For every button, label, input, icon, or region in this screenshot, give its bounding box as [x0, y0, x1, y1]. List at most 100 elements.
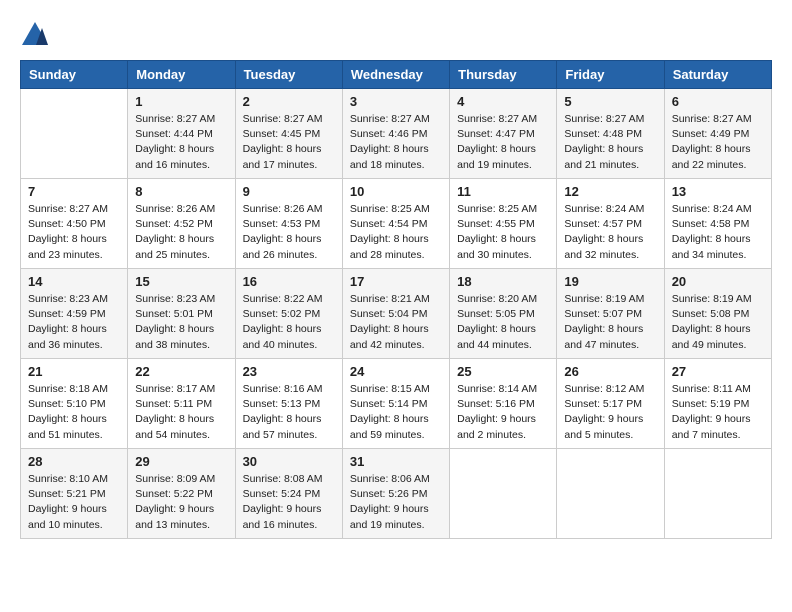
day-number: 25	[457, 364, 549, 379]
day-info: Sunrise: 8:10 AMSunset: 5:21 PMDaylight:…	[28, 472, 120, 533]
day-number: 1	[135, 94, 227, 109]
calendar-cell: 3 Sunrise: 8:27 AMSunset: 4:46 PMDayligh…	[342, 89, 449, 179]
calendar-cell: 11 Sunrise: 8:25 AMSunset: 4:55 PMDaylig…	[450, 179, 557, 269]
calendar-cell: 15 Sunrise: 8:23 AMSunset: 5:01 PMDaylig…	[128, 269, 235, 359]
calendar-cell: 5 Sunrise: 8:27 AMSunset: 4:48 PMDayligh…	[557, 89, 664, 179]
logo	[20, 20, 54, 50]
weekday-header: Friday	[557, 61, 664, 89]
day-info: Sunrise: 8:16 AMSunset: 5:13 PMDaylight:…	[243, 382, 335, 443]
day-number: 24	[350, 364, 442, 379]
calendar-cell: 23 Sunrise: 8:16 AMSunset: 5:13 PMDaylig…	[235, 359, 342, 449]
day-info: Sunrise: 8:08 AMSunset: 5:24 PMDaylight:…	[243, 472, 335, 533]
day-info: Sunrise: 8:19 AMSunset: 5:07 PMDaylight:…	[564, 292, 656, 353]
day-info: Sunrise: 8:14 AMSunset: 5:16 PMDaylight:…	[457, 382, 549, 443]
day-number: 19	[564, 274, 656, 289]
logo-icon	[20, 20, 50, 50]
day-number: 5	[564, 94, 656, 109]
day-number: 27	[672, 364, 764, 379]
calendar-cell: 30 Sunrise: 8:08 AMSunset: 5:24 PMDaylig…	[235, 449, 342, 539]
calendar-cell: 9 Sunrise: 8:26 AMSunset: 4:53 PMDayligh…	[235, 179, 342, 269]
day-number: 16	[243, 274, 335, 289]
calendar-cell: 27 Sunrise: 8:11 AMSunset: 5:19 PMDaylig…	[664, 359, 771, 449]
day-number: 23	[243, 364, 335, 379]
calendar-cell: 22 Sunrise: 8:17 AMSunset: 5:11 PMDaylig…	[128, 359, 235, 449]
day-info: Sunrise: 8:18 AMSunset: 5:10 PMDaylight:…	[28, 382, 120, 443]
day-number: 6	[672, 94, 764, 109]
weekday-header: Tuesday	[235, 61, 342, 89]
day-number: 17	[350, 274, 442, 289]
calendar-cell: 14 Sunrise: 8:23 AMSunset: 4:59 PMDaylig…	[21, 269, 128, 359]
page-header	[20, 20, 772, 50]
day-info: Sunrise: 8:06 AMSunset: 5:26 PMDaylight:…	[350, 472, 442, 533]
calendar-cell	[450, 449, 557, 539]
day-info: Sunrise: 8:17 AMSunset: 5:11 PMDaylight:…	[135, 382, 227, 443]
day-info: Sunrise: 8:27 AMSunset: 4:44 PMDaylight:…	[135, 112, 227, 173]
calendar-table: SundayMondayTuesdayWednesdayThursdayFrid…	[20, 60, 772, 539]
day-info: Sunrise: 8:24 AMSunset: 4:58 PMDaylight:…	[672, 202, 764, 263]
calendar-week-row: 1 Sunrise: 8:27 AMSunset: 4:44 PMDayligh…	[21, 89, 772, 179]
calendar-cell: 6 Sunrise: 8:27 AMSunset: 4:49 PMDayligh…	[664, 89, 771, 179]
day-number: 2	[243, 94, 335, 109]
calendar-week-row: 7 Sunrise: 8:27 AMSunset: 4:50 PMDayligh…	[21, 179, 772, 269]
day-number: 26	[564, 364, 656, 379]
calendar-cell: 7 Sunrise: 8:27 AMSunset: 4:50 PMDayligh…	[21, 179, 128, 269]
calendar-week-row: 14 Sunrise: 8:23 AMSunset: 4:59 PMDaylig…	[21, 269, 772, 359]
calendar-cell: 13 Sunrise: 8:24 AMSunset: 4:58 PMDaylig…	[664, 179, 771, 269]
calendar-cell: 31 Sunrise: 8:06 AMSunset: 5:26 PMDaylig…	[342, 449, 449, 539]
calendar-cell: 8 Sunrise: 8:26 AMSunset: 4:52 PMDayligh…	[128, 179, 235, 269]
weekday-header: Monday	[128, 61, 235, 89]
weekday-header-row: SundayMondayTuesdayWednesdayThursdayFrid…	[21, 61, 772, 89]
calendar-cell: 4 Sunrise: 8:27 AMSunset: 4:47 PMDayligh…	[450, 89, 557, 179]
calendar-cell: 29 Sunrise: 8:09 AMSunset: 5:22 PMDaylig…	[128, 449, 235, 539]
weekday-header: Wednesday	[342, 61, 449, 89]
day-number: 31	[350, 454, 442, 469]
calendar-cell	[557, 449, 664, 539]
day-info: Sunrise: 8:22 AMSunset: 5:02 PMDaylight:…	[243, 292, 335, 353]
calendar-cell: 26 Sunrise: 8:12 AMSunset: 5:17 PMDaylig…	[557, 359, 664, 449]
day-number: 28	[28, 454, 120, 469]
day-info: Sunrise: 8:23 AMSunset: 5:01 PMDaylight:…	[135, 292, 227, 353]
day-info: Sunrise: 8:26 AMSunset: 4:53 PMDaylight:…	[243, 202, 335, 263]
calendar-cell: 20 Sunrise: 8:19 AMSunset: 5:08 PMDaylig…	[664, 269, 771, 359]
day-number: 29	[135, 454, 227, 469]
day-number: 18	[457, 274, 549, 289]
day-info: Sunrise: 8:23 AMSunset: 4:59 PMDaylight:…	[28, 292, 120, 353]
day-number: 30	[243, 454, 335, 469]
calendar-cell: 24 Sunrise: 8:15 AMSunset: 5:14 PMDaylig…	[342, 359, 449, 449]
day-number: 20	[672, 274, 764, 289]
day-info: Sunrise: 8:15 AMSunset: 5:14 PMDaylight:…	[350, 382, 442, 443]
day-info: Sunrise: 8:09 AMSunset: 5:22 PMDaylight:…	[135, 472, 227, 533]
day-number: 8	[135, 184, 227, 199]
calendar-cell: 2 Sunrise: 8:27 AMSunset: 4:45 PMDayligh…	[235, 89, 342, 179]
calendar-cell: 12 Sunrise: 8:24 AMSunset: 4:57 PMDaylig…	[557, 179, 664, 269]
day-info: Sunrise: 8:26 AMSunset: 4:52 PMDaylight:…	[135, 202, 227, 263]
day-info: Sunrise: 8:20 AMSunset: 5:05 PMDaylight:…	[457, 292, 549, 353]
day-info: Sunrise: 8:21 AMSunset: 5:04 PMDaylight:…	[350, 292, 442, 353]
day-info: Sunrise: 8:11 AMSunset: 5:19 PMDaylight:…	[672, 382, 764, 443]
calendar-cell: 17 Sunrise: 8:21 AMSunset: 5:04 PMDaylig…	[342, 269, 449, 359]
day-info: Sunrise: 8:27 AMSunset: 4:45 PMDaylight:…	[243, 112, 335, 173]
calendar-cell: 1 Sunrise: 8:27 AMSunset: 4:44 PMDayligh…	[128, 89, 235, 179]
calendar-cell: 16 Sunrise: 8:22 AMSunset: 5:02 PMDaylig…	[235, 269, 342, 359]
day-number: 15	[135, 274, 227, 289]
day-number: 4	[457, 94, 549, 109]
calendar-cell: 25 Sunrise: 8:14 AMSunset: 5:16 PMDaylig…	[450, 359, 557, 449]
day-info: Sunrise: 8:19 AMSunset: 5:08 PMDaylight:…	[672, 292, 764, 353]
day-number: 13	[672, 184, 764, 199]
day-info: Sunrise: 8:25 AMSunset: 4:55 PMDaylight:…	[457, 202, 549, 263]
calendar-week-row: 28 Sunrise: 8:10 AMSunset: 5:21 PMDaylig…	[21, 449, 772, 539]
day-number: 21	[28, 364, 120, 379]
calendar-cell: 21 Sunrise: 8:18 AMSunset: 5:10 PMDaylig…	[21, 359, 128, 449]
calendar-cell: 28 Sunrise: 8:10 AMSunset: 5:21 PMDaylig…	[21, 449, 128, 539]
calendar-cell	[664, 449, 771, 539]
day-number: 11	[457, 184, 549, 199]
day-info: Sunrise: 8:25 AMSunset: 4:54 PMDaylight:…	[350, 202, 442, 263]
day-info: Sunrise: 8:27 AMSunset: 4:49 PMDaylight:…	[672, 112, 764, 173]
calendar-cell	[21, 89, 128, 179]
day-number: 7	[28, 184, 120, 199]
weekday-header: Sunday	[21, 61, 128, 89]
day-number: 14	[28, 274, 120, 289]
weekday-header: Thursday	[450, 61, 557, 89]
calendar-cell: 10 Sunrise: 8:25 AMSunset: 4:54 PMDaylig…	[342, 179, 449, 269]
calendar-cell: 18 Sunrise: 8:20 AMSunset: 5:05 PMDaylig…	[450, 269, 557, 359]
